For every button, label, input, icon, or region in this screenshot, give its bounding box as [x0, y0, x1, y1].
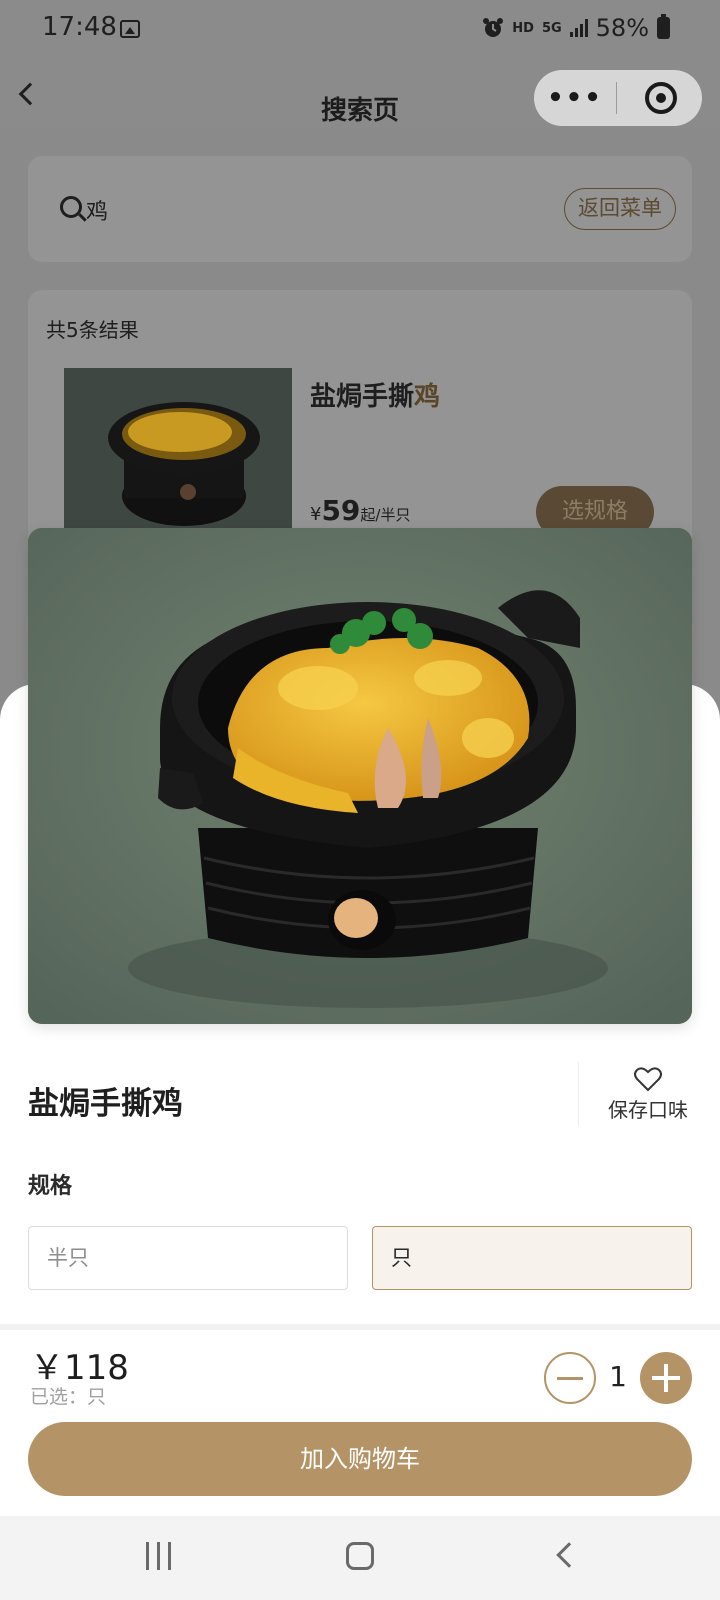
gallery-notification-icon — [120, 20, 140, 38]
system-back-icon[interactable] — [556, 1542, 582, 1568]
heart-icon — [634, 1067, 662, 1092]
more-icon[interactable]: ••• — [534, 83, 616, 113]
result-count: 共5条结果 — [46, 318, 139, 342]
system-nav-bar — [0, 1516, 720, 1600]
result-dish-name[interactable]: 盐焗手撕鸡 — [310, 376, 440, 413]
status-time: 17:48 — [42, 12, 117, 42]
status-bar: 17:48 HD 5G 58% — [0, 0, 720, 60]
search-bar[interactable]: 鸡 返回菜单 — [28, 156, 692, 262]
home-icon[interactable] — [346, 1542, 374, 1570]
search-results: 共5条结果 盐焗手撕鸡 ¥59起/半只 选规格 — [28, 290, 692, 550]
alarm-icon — [483, 18, 504, 37]
save-taste-label: 保存口味 — [608, 1098, 688, 1122]
quantity-value: 1 — [609, 1360, 627, 1393]
back-to-menu-button[interactable]: 返回菜单 — [564, 188, 676, 230]
spec-option-whole[interactable]: 只 — [372, 1226, 692, 1290]
dish-name: 盐焗手撕鸡 — [28, 1086, 183, 1122]
network-type: 5G — [541, 20, 562, 36]
spec-option-half[interactable]: 半只 — [28, 1226, 348, 1290]
battery-icon — [657, 14, 670, 39]
search-icon — [60, 196, 82, 218]
search-input[interactable]: 鸡 — [86, 194, 108, 226]
capsule-divider — [616, 82, 617, 114]
nav-bar: 搜索页 ••• — [0, 60, 720, 128]
dish-photo — [28, 528, 692, 1024]
add-to-cart-button[interactable]: 加入购物车 — [28, 1422, 692, 1496]
footer-divider — [0, 1324, 720, 1330]
close-miniprogram-icon[interactable] — [645, 82, 677, 114]
signal-icon — [569, 19, 588, 37]
dish-thumbnail[interactable] — [64, 368, 292, 528]
increase-quantity-button[interactable] — [640, 1352, 692, 1404]
save-taste-button[interactable]: 保存口味 — [598, 1062, 698, 1132]
result-price: ¥59起/半只 — [310, 494, 411, 527]
search-highlight: 鸡 — [414, 382, 441, 412]
miniprogram-capsule: ••• — [534, 70, 702, 126]
decrease-quantity-button[interactable] — [544, 1352, 596, 1404]
hd-indicator: HD — [512, 20, 534, 36]
spec-title: 规格 — [28, 1174, 73, 1199]
recent-apps-icon[interactable] — [146, 1542, 171, 1570]
battery-percent: 58% — [595, 14, 649, 42]
divider — [578, 1062, 579, 1126]
selected-spec-text: 已选：只 — [30, 1386, 107, 1408]
status-right: HD 5G 58% — [482, 14, 670, 42]
